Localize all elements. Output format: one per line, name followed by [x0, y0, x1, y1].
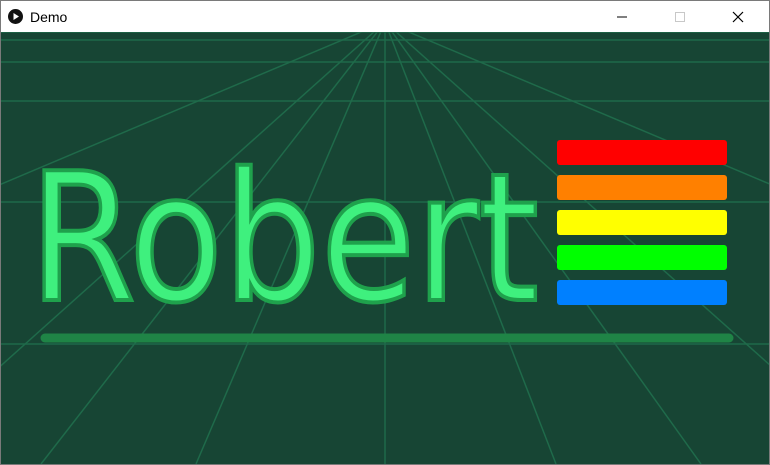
rainbow-stripes: [557, 140, 727, 305]
minimize-icon: [617, 16, 627, 17]
stripe-orange: [557, 175, 727, 200]
stripe-yellow: [557, 210, 727, 235]
stripe-green: [557, 245, 727, 270]
close-icon: [732, 11, 744, 22]
scene: Robert: [1, 32, 769, 464]
close-button[interactable]: [715, 1, 761, 32]
stripe-red: [557, 140, 727, 165]
game-canvas[interactable]: Robert: [1, 32, 769, 464]
maximize-button[interactable]: [657, 1, 703, 32]
play-circle-icon: [8, 9, 23, 24]
maximize-icon: [675, 11, 685, 22]
stripe-blue: [557, 280, 727, 305]
window-title: Demo: [30, 9, 68, 25]
title-bar[interactable]: Demo: [1, 1, 769, 32]
logo: Robert: [27, 133, 734, 344]
logo-text: Robert: [29, 135, 539, 342]
app-window: Demo Robert: [0, 0, 770, 465]
minimize-button[interactable]: [599, 1, 645, 32]
